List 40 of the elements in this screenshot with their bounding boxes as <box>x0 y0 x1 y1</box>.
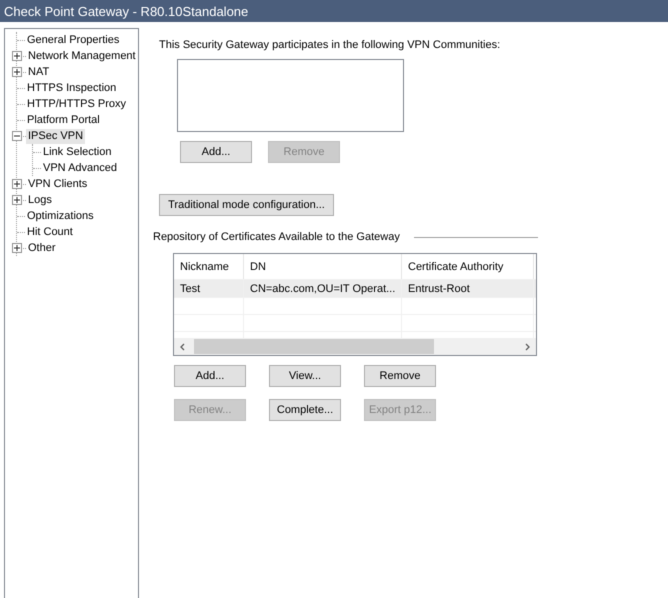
communities-list[interactable] <box>177 59 404 132</box>
certificate-button[interactable]: View... <box>269 365 341 387</box>
tree-item[interactable]: Other <box>26 240 58 256</box>
table-cell: Test <box>174 280 244 297</box>
certificate-button[interactable]: Complete... <box>269 399 341 421</box>
tree-item[interactable]: General Properties <box>25 32 122 48</box>
expand-icon[interactable] <box>12 195 22 205</box>
traditional-mode-button[interactable]: Traditional mode configuration... <box>159 194 334 216</box>
window-title: Check Point Gateway - R80.10Standalone <box>4 4 248 18</box>
tree-item[interactable]: VPN Clients <box>26 176 90 192</box>
tree-item[interactable]: Platform Portal <box>25 112 102 128</box>
tree-item[interactable]: IPSec VPN <box>26 128 86 144</box>
table-cell: CN=abc.com,OU=IT Operat... <box>244 280 402 297</box>
scroll-right-icon[interactable] <box>523 342 531 350</box>
certificate-button[interactable]: Add... <box>174 365 246 387</box>
collapse-icon[interactable] <box>12 131 22 141</box>
table-cell: Entrust-Root <box>402 280 534 297</box>
tree-item[interactable]: NAT <box>26 64 52 80</box>
table-row[interactable]: Test CN=abc.com,OU=IT Operat... Entrust-Root <box>174 280 536 298</box>
tree-item[interactable]: Link Selection <box>41 144 114 160</box>
scroll-left-icon[interactable] <box>179 342 187 350</box>
tree-item[interactable]: Network Management <box>26 48 138 64</box>
expand-icon[interactable] <box>12 179 22 189</box>
horizontal-scrollbar[interactable] <box>174 338 536 355</box>
certificate-button[interactable]: Remove <box>364 365 436 387</box>
tree-item[interactable]: HTTP/HTTPS Proxy <box>25 96 128 112</box>
tree-item[interactable]: HTTPS Inspection <box>25 80 118 96</box>
group-label: Repository of Certificates Available to the Gateway <box>153 231 400 243</box>
tree-item[interactable]: VPN Advanced <box>41 160 119 176</box>
tree-item[interactable]: Logs <box>26 192 54 208</box>
expand-icon[interactable] <box>12 67 22 77</box>
expand-icon[interactable] <box>12 243 22 253</box>
tree-item[interactable]: Hit Count <box>25 224 75 240</box>
communities-button[interactable]: Add... <box>180 141 252 163</box>
column-header[interactable]: Certificate Authority <box>402 254 534 279</box>
expand-icon[interactable] <box>12 51 22 61</box>
communities-label: This Security Gateway participates in the following VPN Communities: <box>159 39 502 51</box>
tree-item[interactable]: Optimizations <box>25 208 96 224</box>
column-header[interactable]: DN <box>244 254 402 279</box>
column-header[interactable]: Nickname <box>174 254 244 279</box>
